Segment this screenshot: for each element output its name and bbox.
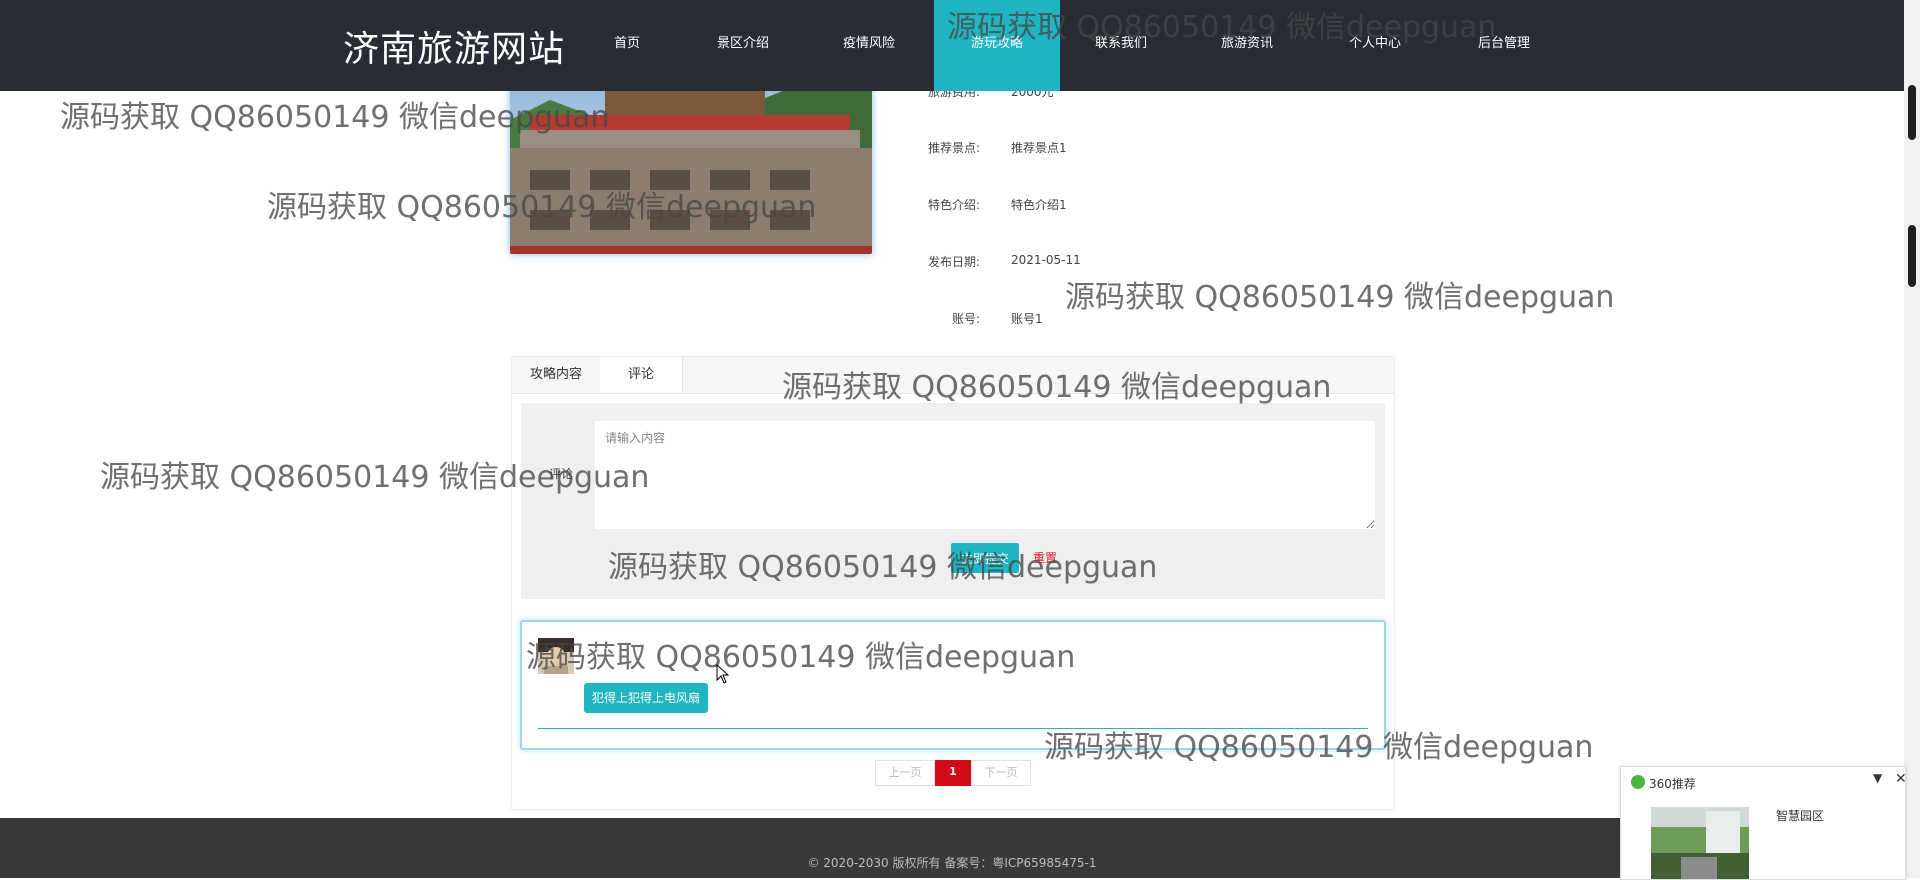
site-header: 济南旅游网站 首页 景区介绍 疫情风险 游玩攻略 联系我们 旅游资讯 个人中心 … xyxy=(0,0,1904,91)
nav-travel-guides[interactable]: 游玩攻略 xyxy=(934,0,1060,91)
watermark: 源码获取 QQ86050149 微信deepguan xyxy=(1065,280,1615,315)
popup-title: 360推荐 xyxy=(1649,777,1696,791)
comment-item: 犯得上犯得上电风扇 xyxy=(520,620,1386,750)
recommendation-popup: 360推荐 ▼ ✕ 智慧园区 xyxy=(1620,766,1907,880)
mouse-cursor-icon xyxy=(716,663,730,688)
label-feature-intro: 特色介绍: xyxy=(927,198,980,212)
reset-button[interactable]: 重置 xyxy=(1033,549,1057,566)
collapse-icon[interactable]: ▼ xyxy=(1873,771,1882,785)
comment-textarea[interactable] xyxy=(595,421,1375,529)
scrollbar-thumb[interactable] xyxy=(1908,225,1916,287)
guide-tabs-panel: 攻略内容 评论 评论 立即提交 重置 犯得上犯得上电风扇 上一页 1 下一页 xyxy=(511,356,1395,810)
360-logo-icon xyxy=(1631,775,1645,789)
submit-comment-button[interactable]: 立即提交 xyxy=(951,543,1019,573)
tab-strip: 攻略内容 评论 xyxy=(512,357,1394,394)
nav-home[interactable]: 首页 xyxy=(567,0,687,91)
label-account: 账号: xyxy=(951,312,980,326)
nav-scenic-spots[interactable]: 景区介绍 xyxy=(683,0,803,91)
site-title[interactable]: 济南旅游网站 xyxy=(343,20,565,72)
pager-prev-button[interactable]: 上一页 xyxy=(875,760,935,786)
comment-form-label: 评论 xyxy=(549,467,574,481)
tab-guide-content[interactable]: 攻略内容 xyxy=(512,357,600,393)
comment-text: 犯得上犯得上电风扇 xyxy=(584,683,709,713)
comment-divider xyxy=(538,728,1368,729)
pager-next-button[interactable]: 下一页 xyxy=(971,760,1031,786)
close-icon[interactable]: ✕ xyxy=(1895,771,1907,787)
comment-form: 评论 立即提交 重置 xyxy=(521,403,1385,599)
pager-current-page[interactable]: 1 xyxy=(935,760,971,786)
nav-admin[interactable]: 后台管理 xyxy=(1444,0,1564,91)
tab-comments[interactable]: 评论 xyxy=(600,357,683,393)
commenter-avatar xyxy=(538,638,574,674)
nav-contact-us[interactable]: 联系我们 xyxy=(1061,0,1181,91)
nav-personal-center[interactable]: 个人中心 xyxy=(1315,0,1435,91)
value-account: 账号1 xyxy=(1011,312,1043,326)
nav-travel-news[interactable]: 旅游资讯 xyxy=(1187,0,1307,91)
label-publish-date: 发布日期: xyxy=(927,255,980,269)
value-recommended-spot: 推荐景点1 xyxy=(1011,141,1067,155)
scrollbar-top-thumb[interactable] xyxy=(1908,85,1916,140)
value-feature-intro: 特色介绍1 xyxy=(1011,198,1067,212)
popup-thumbnail[interactable] xyxy=(1651,807,1749,879)
label-recommended-spot: 推荐景点: xyxy=(927,141,980,155)
popup-item-title[interactable]: 智慧园区 xyxy=(1776,807,1824,824)
value-publish-date: 2021-05-11 xyxy=(1011,253,1081,267)
site-footer: © 2020-2030 版权所有 备案号：粤ICP65985475-1 xyxy=(0,818,1904,878)
footer-copyright: © 2020-2030 版权所有 备案号：粤ICP65985475-1 xyxy=(807,856,1097,870)
page-scrollbar[interactable] xyxy=(1904,0,1920,878)
nav-epidemic-risk[interactable]: 疫情风险 xyxy=(809,0,929,91)
